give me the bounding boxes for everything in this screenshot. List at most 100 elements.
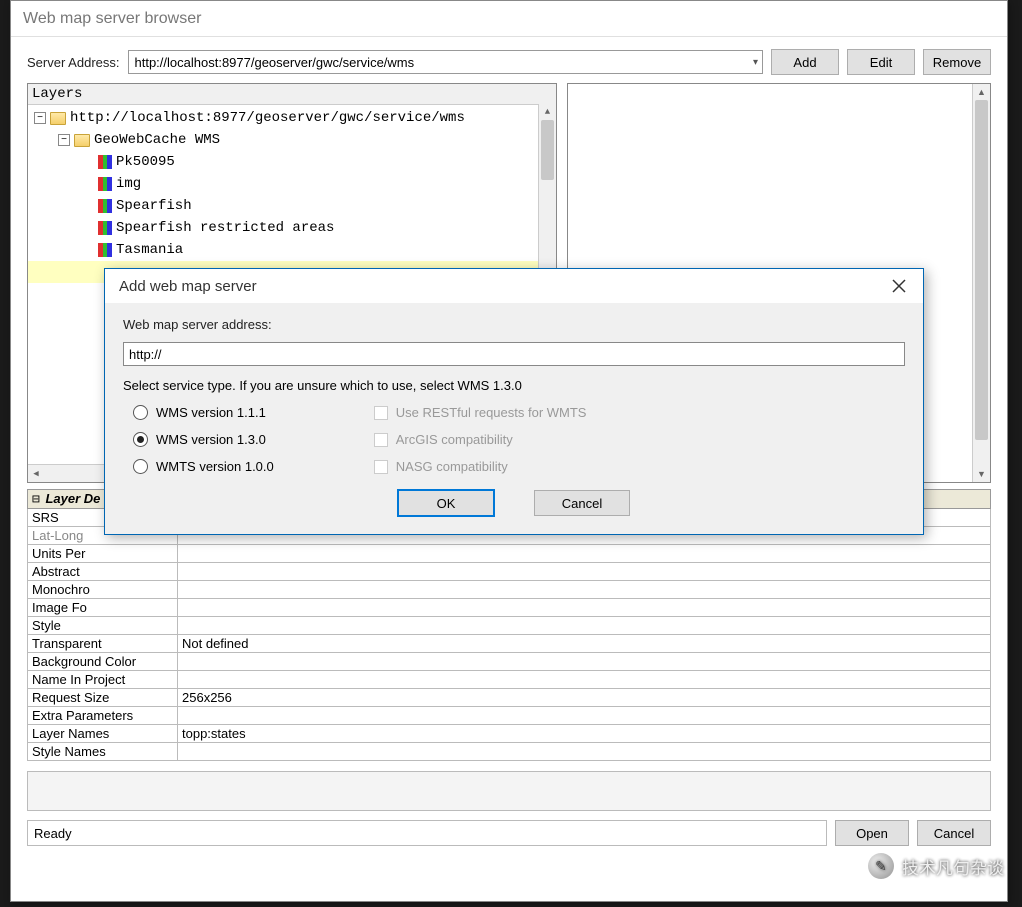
detail-key: Style Names bbox=[28, 743, 178, 761]
checkbox-icon bbox=[374, 406, 388, 420]
radio-icon bbox=[133, 405, 148, 420]
cancel-button[interactable]: Cancel bbox=[917, 820, 991, 846]
detail-key: Image Fo bbox=[28, 599, 178, 617]
scroll-left-icon[interactable]: ◀ bbox=[28, 465, 44, 482]
bottom-panel bbox=[27, 771, 991, 811]
scroll-down-icon[interactable]: ▼ bbox=[973, 466, 990, 482]
tree-item-label: Tasmania bbox=[116, 242, 183, 258]
table-row[interactable]: Monochro bbox=[28, 581, 991, 599]
dialog-titlebar: Add web map server bbox=[105, 269, 923, 303]
edit-button[interactable]: Edit bbox=[847, 49, 915, 75]
checkbox-label: Use RESTful requests for WMTS bbox=[396, 405, 587, 420]
collapse-icon[interactable]: − bbox=[58, 134, 70, 146]
table-row[interactable]: Units Per bbox=[28, 545, 991, 563]
detail-value bbox=[178, 671, 991, 689]
scroll-thumb[interactable] bbox=[541, 120, 554, 180]
radio-label: WMS version 1.1.1 bbox=[156, 405, 266, 420]
close-icon bbox=[892, 279, 906, 293]
radio-label: WMS version 1.3.0 bbox=[156, 432, 266, 447]
radio-label: WMTS version 1.0.0 bbox=[156, 459, 274, 474]
tree-item[interactable]: img bbox=[28, 173, 556, 195]
watermark-icon: ✎ bbox=[868, 853, 894, 879]
layer-icon bbox=[98, 221, 112, 235]
tree-item[interactable]: Spearfish restricted areas bbox=[28, 217, 556, 239]
detail-value: topp:states bbox=[178, 725, 991, 743]
dialog-ok-button[interactable]: OK bbox=[398, 490, 494, 516]
dialog-body: Web map server address: Select service t… bbox=[105, 303, 923, 534]
scroll-up-icon[interactable]: ▲ bbox=[973, 84, 990, 100]
status-text: Ready bbox=[27, 820, 827, 846]
detail-key: Background Color bbox=[28, 653, 178, 671]
checkbox-label: NASG compatibility bbox=[396, 459, 508, 474]
layer-icon bbox=[98, 199, 112, 213]
tree-root[interactable]: − http://localhost:8977/geoserver/gwc/se… bbox=[28, 107, 556, 129]
option-checkbox: ArcGIS compatibility bbox=[374, 432, 587, 447]
detail-key: Name In Project bbox=[28, 671, 178, 689]
table-row[interactable]: Style bbox=[28, 617, 991, 635]
tree-item-label: Pk50095 bbox=[116, 154, 175, 170]
remove-button[interactable]: Remove bbox=[923, 49, 991, 75]
close-button[interactable] bbox=[885, 274, 913, 298]
collapse-icon[interactable]: − bbox=[34, 112, 46, 124]
detail-value bbox=[178, 563, 991, 581]
address-row: Server Address: http://localhost:8977/ge… bbox=[11, 37, 1007, 83]
dialog-address-label: Web map server address: bbox=[123, 317, 905, 332]
tree-item-label: Spearfish restricted areas bbox=[116, 220, 334, 236]
detail-value bbox=[178, 545, 991, 563]
tree-item[interactable]: Tasmania bbox=[28, 239, 556, 261]
server-address-select[interactable]: http://localhost:8977/geoserver/gwc/serv… bbox=[128, 50, 764, 74]
status-bar: Ready Open Cancel bbox=[11, 817, 1007, 852]
radio-icon bbox=[133, 459, 148, 474]
tree-item[interactable]: Spearfish bbox=[28, 195, 556, 217]
folder-icon bbox=[74, 134, 90, 147]
tree-item-label: Spearfish bbox=[116, 198, 192, 214]
table-row[interactable]: Abstract bbox=[28, 563, 991, 581]
folder-icon bbox=[50, 112, 66, 125]
detail-value bbox=[178, 599, 991, 617]
scroll-up-icon[interactable]: ▲ bbox=[539, 104, 556, 120]
table-row[interactable]: TransparentNot defined bbox=[28, 635, 991, 653]
table-row[interactable]: Name In Project bbox=[28, 671, 991, 689]
table-row[interactable]: Layer Namestopp:states bbox=[28, 725, 991, 743]
detail-key: Monochro bbox=[28, 581, 178, 599]
tree-item-label: img bbox=[116, 176, 141, 192]
scroll-thumb[interactable] bbox=[975, 100, 988, 440]
detail-key: Transparent bbox=[28, 635, 178, 653]
option-checkbox: NASG compatibility bbox=[374, 459, 587, 474]
service-type-radio[interactable]: WMS version 1.1.1 bbox=[133, 405, 274, 420]
watermark: ✎ 技术凡句杂谈 bbox=[868, 853, 1004, 879]
table-row[interactable]: Image Fo bbox=[28, 599, 991, 617]
detail-value: Not defined bbox=[178, 635, 991, 653]
address-label: Server Address: bbox=[27, 55, 120, 70]
checkbox-label: ArcGIS compatibility bbox=[396, 432, 513, 447]
table-row[interactable]: Extra Parameters bbox=[28, 707, 991, 725]
checkbox-icon bbox=[374, 433, 388, 447]
service-type-radio[interactable]: WMTS version 1.0.0 bbox=[133, 459, 274, 474]
table-row[interactable]: Background Color bbox=[28, 653, 991, 671]
server-address-value: http://localhost:8977/geoserver/gwc/serv… bbox=[135, 55, 415, 70]
option-checkbox: Use RESTful requests for WMTS bbox=[374, 405, 587, 420]
table-row[interactable]: Style Names bbox=[28, 743, 991, 761]
tree-group-label: GeoWebCache WMS bbox=[94, 132, 220, 148]
server-url-input[interactable] bbox=[123, 342, 905, 366]
layer-icon bbox=[98, 243, 112, 257]
table-row[interactable]: Request Size256x256 bbox=[28, 689, 991, 707]
checkbox-icon bbox=[374, 460, 388, 474]
tree-item[interactable]: Pk50095 bbox=[28, 151, 556, 173]
detail-key: Layer Names bbox=[28, 725, 178, 743]
watermark-text: 技术凡句杂谈 bbox=[902, 854, 1004, 879]
dialog-cancel-button[interactable]: Cancel bbox=[534, 490, 630, 516]
detail-value bbox=[178, 617, 991, 635]
add-server-dialog: Add web map server Web map server addres… bbox=[104, 268, 924, 535]
tree-root-label: http://localhost:8977/geoserver/gwc/serv… bbox=[70, 110, 465, 126]
dialog-title: Add web map server bbox=[119, 278, 257, 295]
add-button[interactable]: Add bbox=[771, 49, 839, 75]
detail-key: Extra Parameters bbox=[28, 707, 178, 725]
layer-icon bbox=[98, 177, 112, 191]
window-title: Web map server browser bbox=[11, 1, 1007, 37]
tree-group[interactable]: − GeoWebCache WMS bbox=[28, 129, 556, 151]
detail-key: Units Per bbox=[28, 545, 178, 563]
service-type-radio[interactable]: WMS version 1.3.0 bbox=[133, 432, 274, 447]
preview-scroll-v[interactable]: ▲ ▼ bbox=[972, 84, 990, 482]
open-button[interactable]: Open bbox=[835, 820, 909, 846]
